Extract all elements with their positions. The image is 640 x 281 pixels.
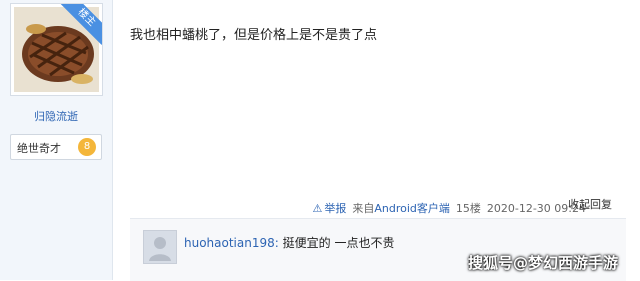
reply-avatar[interactable] bbox=[143, 230, 177, 264]
client-link[interactable]: Android客户端 bbox=[374, 202, 450, 215]
post-meta: ⚠ 举报 来自Android客户端 15楼 2020-12-30 09:24 bbox=[312, 200, 586, 216]
reply-username[interactable]: huohaotian198: bbox=[184, 236, 279, 250]
author-title-text: 绝世奇才 bbox=[17, 142, 61, 155]
avatar-placeholder-icon bbox=[149, 237, 171, 261]
source-label: 来自Android客户端 bbox=[352, 200, 450, 216]
reply-text: 挺便宜的 一点也不贵 bbox=[282, 236, 395, 250]
post-content: 我也相中蟠桃了，但是价格上是不是贵了点 bbox=[130, 28, 378, 43]
report-label: 举报 bbox=[324, 202, 347, 215]
floor-number: 15楼 bbox=[455, 202, 481, 215]
reply-line: huohaotian198: 挺便宜的 一点也不贵 bbox=[184, 234, 394, 251]
warning-icon: ⚠ bbox=[312, 201, 323, 215]
source-prefix: 来自 bbox=[352, 202, 375, 215]
watermark: 搜狐号@梦幻西游手游 bbox=[468, 254, 619, 272]
author-title-badge: 绝世奇才 8 bbox=[10, 134, 102, 160]
report-link[interactable]: ⚠ 举报 bbox=[312, 200, 346, 216]
author-avatar-frame[interactable]: 楼主 bbox=[10, 3, 103, 96]
level-badge: 8 bbox=[78, 138, 96, 156]
author-username[interactable]: 归隐流逝 bbox=[0, 108, 112, 124]
collapse-reply-button[interactable]: 收起回复 bbox=[562, 196, 618, 214]
author-sidebar: 楼主 归隐流逝 绝世奇才 8 bbox=[0, 0, 113, 280]
